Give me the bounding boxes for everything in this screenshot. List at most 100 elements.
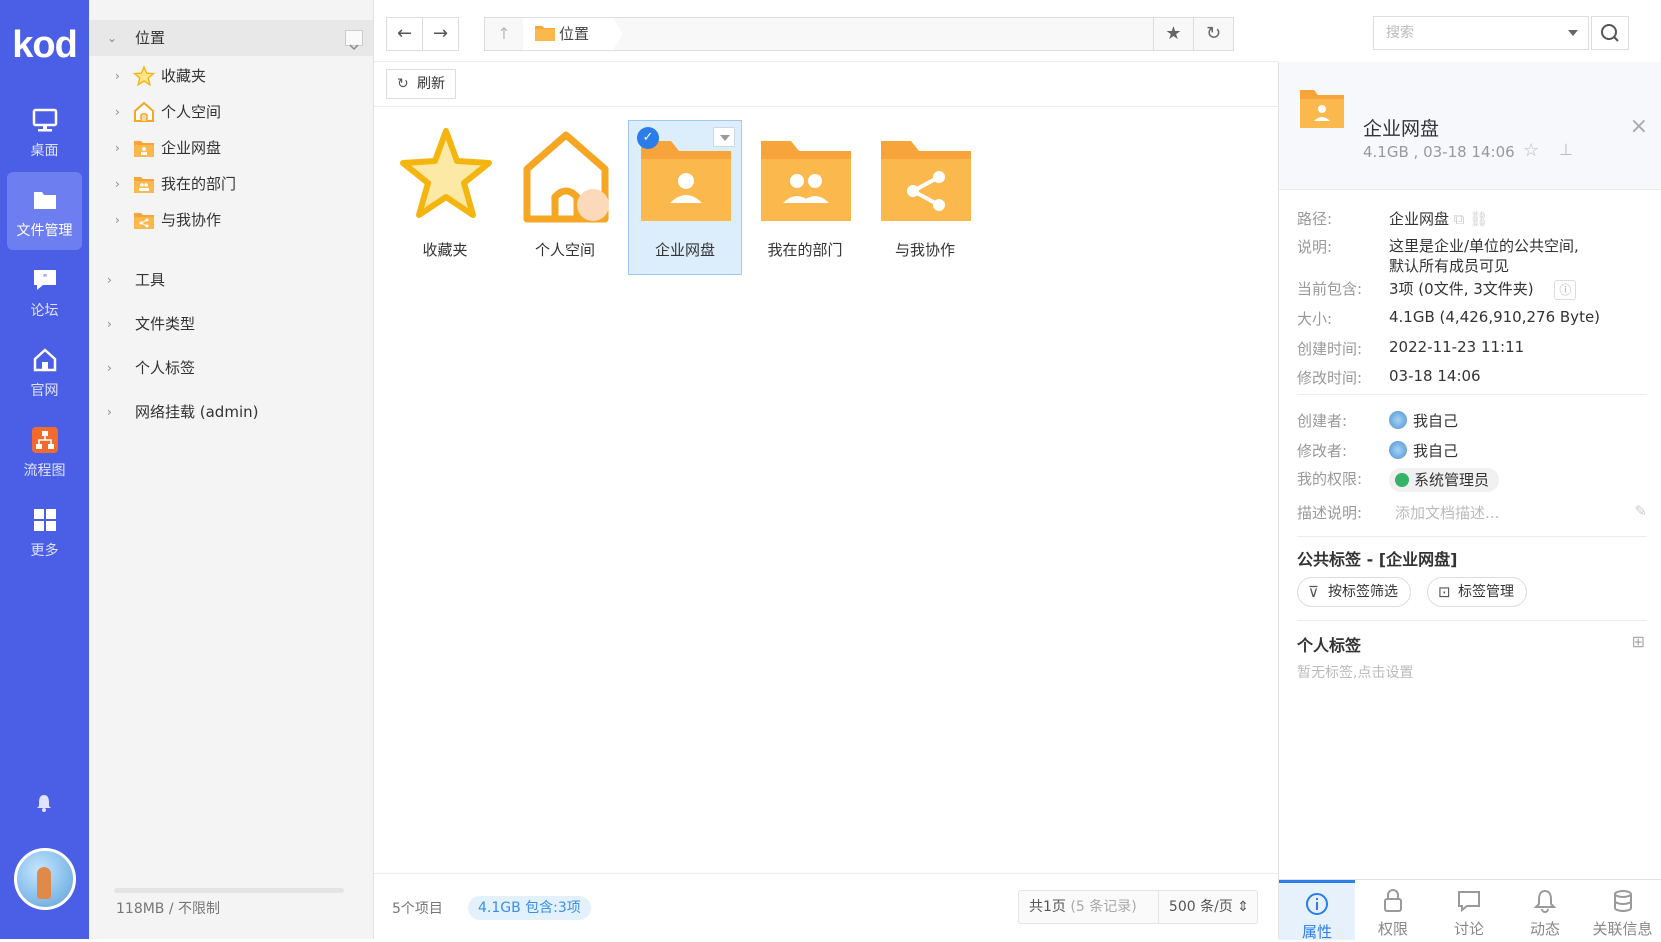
arrow-left-icon: ←	[396, 23, 413, 44]
chevron-right-icon: ›	[115, 213, 120, 227]
top-nav-bar: ← → ↑ 位置 ★ ↻	[374, 0, 1278, 62]
home-icon	[33, 348, 56, 372]
favorite-button[interactable]: ★	[1153, 18, 1193, 50]
bookmark-add-icon[interactable]: ⊞	[1632, 632, 1645, 651]
tab-properties[interactable]: 属性	[1279, 880, 1355, 941]
close-icon[interactable]: ×	[1630, 114, 1648, 139]
rail-label: 桌面	[30, 143, 59, 159]
search-input[interactable]	[1374, 17, 1554, 49]
file-item-personal-space[interactable]: 个人空间	[508, 120, 622, 275]
tree-label: 位置	[135, 29, 166, 47]
detail-title: 企业网盘	[1363, 118, 1440, 140]
tab-label: 权限	[1377, 920, 1408, 938]
chevron-right-icon: ›	[107, 317, 112, 331]
tab-activity[interactable]: 动态	[1507, 880, 1583, 940]
chevron-right-icon: ›	[115, 177, 120, 191]
prop-created: 创建时间: 2022-11-23 11:11	[1297, 338, 1647, 364]
tree-item-company-drive[interactable]: › 企业网盘	[89, 130, 373, 166]
item-menu-button[interactable]	[713, 127, 735, 147]
prop-label: 我的权限:	[1297, 470, 1363, 488]
tag-icon: ⊡	[1438, 583, 1451, 601]
file-item-favorites[interactable]: 收藏夹	[388, 120, 502, 275]
check-icon[interactable]: ✓	[637, 127, 659, 149]
info-icon[interactable]: ⓘ	[1554, 280, 1577, 300]
tree-item-my-department[interactable]: › 我在的部门	[89, 166, 373, 202]
prop-label: 描述说明:	[1297, 504, 1363, 522]
lock-icon	[1384, 889, 1402, 912]
tab-label: 动态	[1529, 920, 1560, 938]
filter-icon: ⊽	[1308, 583, 1319, 601]
tree-item-shared-with-me[interactable]: › 与我协作	[89, 202, 373, 238]
detail-tabs: 属性 权限 讨论 动态 关联信息	[1279, 879, 1661, 941]
reload-button[interactable]: ↻	[1193, 18, 1233, 50]
rail-item-file-manager[interactable]: 文件管理	[7, 172, 82, 250]
prop-label: 修改者:	[1297, 442, 1348, 460]
manage-tags-button[interactable]: ⊡ 标签管理	[1427, 577, 1527, 607]
bell-icon[interactable]	[34, 793, 54, 813]
filter-by-tag-button[interactable]: ⊽ 按标签筛选	[1297, 577, 1411, 607]
monitor-icon	[32, 108, 57, 132]
personal-tags-empty[interactable]: 暂无标签,点击设置	[1297, 662, 1413, 682]
tree-root-location[interactable]: ⌄ 位置	[89, 20, 373, 56]
search-scope-dropdown[interactable]	[1568, 30, 1578, 36]
file-item-company-drive[interactable]: ✓ 企业网盘	[628, 120, 742, 275]
detail-meta: 4.1GB , 03-18 14:06	[1363, 143, 1515, 161]
prop-path: 路径: 企业网盘 ⧉ ⛓	[1297, 208, 1647, 234]
tree-menu-button[interactable]	[345, 30, 363, 51]
bell-icon	[1533, 889, 1557, 913]
up-button[interactable]: ↑	[485, 18, 523, 50]
prop-value: 企业网盘 ⧉ ⛓	[1389, 208, 1488, 229]
tree-section-network-mount[interactable]: › 网络挂载 (admin)	[89, 394, 373, 430]
flowchart-icon	[31, 427, 58, 453]
tree-label: 与我协作	[161, 211, 222, 229]
avatar[interactable]	[14, 848, 76, 910]
tree-section-file-types[interactable]: › 文件类型	[89, 306, 373, 342]
forward-button[interactable]: →	[422, 17, 459, 51]
refresh-icon: ↻	[1205, 23, 1222, 44]
page-size-select[interactable]: 500 条/页 ⇕	[1157, 891, 1249, 923]
prop-value: 这里是企业/单位的公共空间, 默认所有成员可见	[1389, 236, 1579, 276]
rail-item-desktop[interactable]: 桌面	[7, 92, 82, 170]
rail-item-forum[interactable]: " 论坛	[7, 252, 82, 330]
search-icon	[1601, 24, 1619, 42]
edit-icon[interactable]: ✎	[1634, 502, 1647, 520]
prop-value: 2022-11-23 11:11	[1389, 338, 1525, 356]
prop-label: 说明:	[1297, 238, 1333, 256]
note-input[interactable]: 添加文档描述...	[1395, 502, 1499, 523]
star-icon[interactable]: ☆	[1523, 140, 1539, 161]
prop-description: 说明: 这里是企业/单位的公共空间, 默认所有成员可见	[1297, 236, 1647, 282]
main-panel: ← → ↑ 位置 ★ ↻ ↻ 刷新 收藏夹 个人空间 ✓ 企业网盘 我在的部门 …	[374, 0, 1278, 939]
tree-label: 我在的部门	[161, 175, 237, 193]
file-item-my-department[interactable]: 我在的部门	[748, 120, 862, 275]
back-button[interactable]: ←	[386, 17, 423, 51]
link-icon[interactable]: ⛓	[1469, 210, 1488, 228]
rail-item-website[interactable]: 官网	[7, 332, 82, 410]
divider	[1297, 536, 1647, 537]
prop-label: 大小:	[1297, 310, 1333, 328]
quota-bar	[114, 888, 344, 893]
tree-section-tools[interactable]: › 工具	[89, 262, 373, 298]
rail-item-flowchart[interactable]: 流程图	[7, 412, 82, 490]
prop-creator: 创建者: 我自己	[1297, 410, 1647, 436]
tab-related-info[interactable]: 关联信息	[1583, 880, 1661, 940]
tree-section-personal-tags[interactable]: › 个人标签	[89, 350, 373, 386]
item-count: 5个项目	[392, 901, 443, 917]
file-item-shared-with-me[interactable]: 与我协作	[868, 120, 982, 275]
modifier-name: 我自己	[1413, 442, 1459, 460]
pager: 共1页 (5 条记录) 500 条/页 ⇕	[1018, 890, 1258, 924]
refresh-button[interactable]: ↻ 刷新	[386, 69, 456, 99]
desc-line: 默认所有成员可见	[1389, 257, 1510, 275]
tree-item-favorites[interactable]: › 收藏夹	[89, 58, 373, 94]
copy-icon[interactable]: ⧉	[1454, 210, 1465, 228]
search-button[interactable]	[1591, 16, 1629, 50]
tab-permissions[interactable]: 权限	[1355, 880, 1431, 940]
breadcrumb-segment[interactable]: 位置	[523, 18, 624, 50]
share-folder-icon	[134, 213, 154, 229]
pin-icon[interactable]: ⊥	[1559, 140, 1573, 159]
tab-discussion[interactable]: 讨论	[1431, 880, 1507, 940]
rail-item-more[interactable]: 更多	[7, 492, 82, 570]
tree-item-personal-space[interactable]: › 个人空间	[89, 94, 373, 130]
chevron-right-icon: ›	[115, 141, 120, 155]
prop-value: 我自己	[1389, 440, 1458, 461]
chevron-right-icon: ›	[115, 69, 120, 83]
